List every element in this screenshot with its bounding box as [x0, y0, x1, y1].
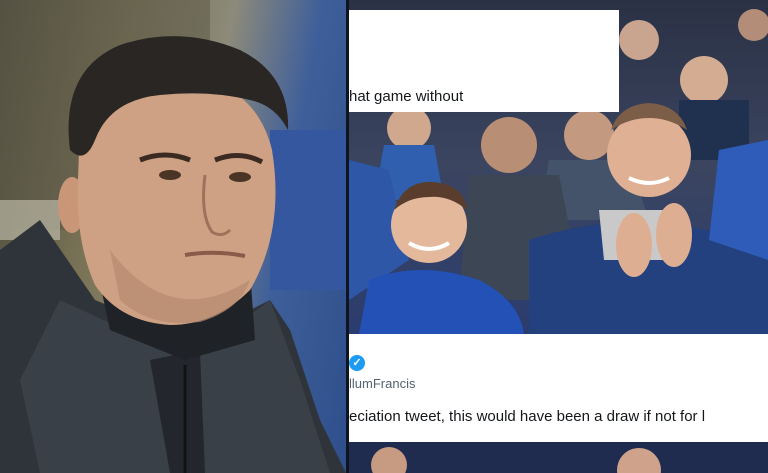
tweet-bottom-text: eciation tweet, this would have been a d…: [349, 408, 706, 425]
tweet-handle: llumFrancis: [349, 376, 416, 391]
tweet-card-top: hat game without: [349, 10, 619, 112]
tweet-top-text: hat game without: [349, 88, 464, 105]
image-canvas: hat game without ✓ llumFrancis eciation …: [0, 0, 768, 473]
left-photo: [0, 0, 346, 473]
verified-badge-icon: ✓: [349, 355, 365, 371]
tweet-card-bottom: ✓ llumFrancis eciation tweet, this would…: [349, 334, 768, 442]
